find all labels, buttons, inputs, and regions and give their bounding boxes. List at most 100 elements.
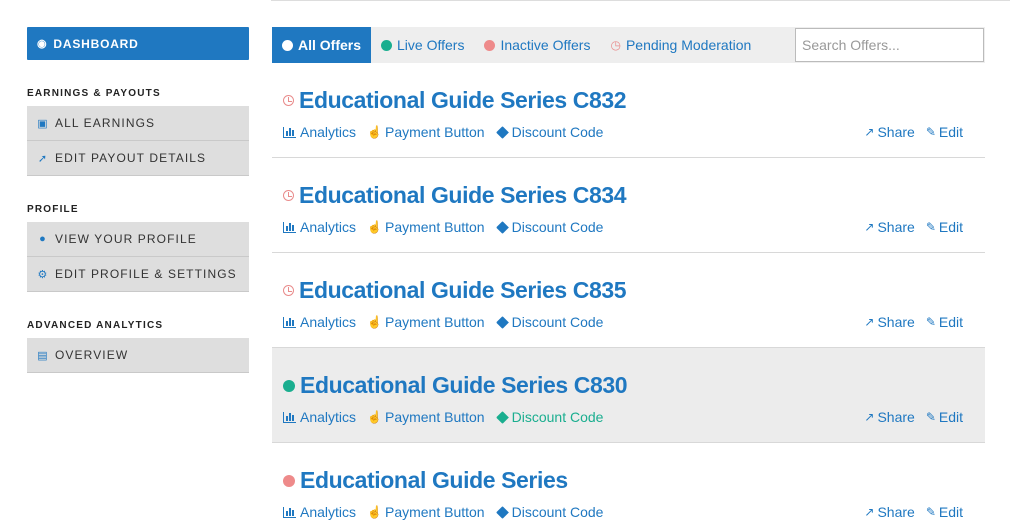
share-link[interactable]: ↗ Share xyxy=(864,219,914,235)
status-icon xyxy=(283,95,294,106)
offer-title[interactable]: Educational Guide Series C830 xyxy=(300,372,628,399)
wrench-icon: ➚ xyxy=(37,152,49,165)
payment-button-link[interactable]: ☝ Payment Button xyxy=(367,124,485,140)
discount-label: Discount Code xyxy=(511,219,604,235)
payment-button-link[interactable]: ☝ Payment Button xyxy=(367,314,485,330)
tab-live-offers[interactable]: Live Offers xyxy=(371,27,474,63)
dashboard-button[interactable]: ◉ DASHBOARD xyxy=(27,27,249,60)
hand-pointer-icon: ☝ xyxy=(367,220,382,234)
share-icon: ↗ xyxy=(864,505,875,519)
share-label: Share xyxy=(877,219,915,235)
share-link[interactable]: ↗ Share xyxy=(864,504,914,520)
sidebar-item-label: EDIT PAYOUT DETAILS xyxy=(55,151,207,165)
offer-title[interactable]: Educational Guide Series C832 xyxy=(299,87,627,114)
sidebar-item-edit-profile-settings[interactable]: ⚙ EDIT PROFILE & SETTINGS xyxy=(27,257,249,292)
offer-title-row: Educational Guide Series C830 xyxy=(283,372,628,399)
analytics-link[interactable]: Analytics xyxy=(283,504,356,520)
status-icon xyxy=(283,474,295,487)
discount-code-link[interactable]: Discount Code xyxy=(495,314,603,330)
edit-link[interactable]: ✎ Edit xyxy=(926,314,963,330)
offer-links: Analytics ☝ Payment Button Discount Code xyxy=(283,219,614,235)
sidebar-item-edit-payout[interactable]: ➚ EDIT PAYOUT DETAILS xyxy=(27,141,249,176)
tag-icon xyxy=(495,125,509,139)
tab-label: All Offers xyxy=(298,37,362,53)
edit-link[interactable]: ✎ Edit xyxy=(926,409,963,425)
offer-actions: ↗ Share ✎ Edit xyxy=(853,219,963,235)
edit-icon: ✎ xyxy=(925,410,936,424)
section-heading-earnings: EARNINGS & PAYOUTS xyxy=(27,88,161,99)
analytics-label: Analytics xyxy=(300,124,357,140)
clock-icon: ◷ xyxy=(610,38,621,52)
sidebar-item-label: EDIT PROFILE & SETTINGS xyxy=(55,267,237,281)
bar-chart-icon: ▤ xyxy=(37,349,49,362)
offer-row: Educational Guide Series C832 Analytics … xyxy=(272,63,985,158)
offer-title[interactable]: Educational Guide Series C835 xyxy=(299,277,627,304)
analytics-link[interactable]: Analytics xyxy=(283,219,356,235)
sidebar-item-label: ALL EARNINGS xyxy=(55,116,156,130)
share-label: Share xyxy=(877,504,915,520)
discount-label: Discount Code xyxy=(511,409,604,425)
sidebar: ◉ DASHBOARD EARNINGS & PAYOUTS ▣ ALL EAR… xyxy=(27,27,249,373)
share-label: Share xyxy=(877,314,915,330)
payment-label: Payment Button xyxy=(384,314,485,330)
dashboard-icon: ◉ xyxy=(37,38,48,50)
discount-code-link[interactable]: Discount Code xyxy=(495,124,604,140)
discount-label: Discount Code xyxy=(511,504,604,520)
payment-button-link[interactable]: ☝ Payment Button xyxy=(367,409,485,425)
payment-button-link[interactable]: ☝ Payment Button xyxy=(367,504,485,520)
analytics-link[interactable]: Analytics xyxy=(283,124,356,140)
analytics-link[interactable]: Analytics xyxy=(283,314,356,330)
tab-all-offers[interactable]: All Offers xyxy=(272,27,372,63)
status-icon xyxy=(283,285,294,296)
share-link[interactable]: ↗ Share xyxy=(864,124,914,140)
money-icon: ▣ xyxy=(37,117,49,130)
bar-chart-icon xyxy=(283,411,296,423)
offer-title-row: Educational Guide Series C835 xyxy=(283,277,627,304)
edit-icon: ✎ xyxy=(925,315,936,329)
offer-row: Educational Guide Series Analytics ☝ Pay… xyxy=(272,443,985,531)
sidebar-item-view-profile[interactable]: ● VIEW YOUR PROFILE xyxy=(27,222,249,257)
discount-code-link[interactable]: Discount Code xyxy=(495,219,604,235)
offer-tabs: All Offers Live Offers Inactive Offers ◷… xyxy=(272,27,985,63)
offer-links: Analytics ☝ Payment Button Discount Code xyxy=(283,504,614,520)
edit-link[interactable]: ✎ Edit xyxy=(926,219,963,235)
share-icon: ↗ xyxy=(864,410,875,424)
offer-title[interactable]: Educational Guide Series xyxy=(300,467,568,494)
user-icon: ● xyxy=(39,233,47,245)
sidebar-item-all-earnings[interactable]: ▣ ALL EARNINGS xyxy=(27,106,249,141)
payment-label: Payment Button xyxy=(384,409,485,425)
edit-link[interactable]: ✎ Edit xyxy=(926,124,963,140)
sidebar-item-label: OVERVIEW xyxy=(55,348,129,362)
offer-links: Analytics ☝ Payment Button Discount Code xyxy=(283,409,614,425)
discount-code-link[interactable]: Discount Code xyxy=(495,409,604,425)
offer-actions: ↗ Share ✎ Edit xyxy=(853,314,963,330)
discount-code-link[interactable]: Discount Code xyxy=(495,504,604,520)
section-heading-analytics: ADVANCED ANALYTICS xyxy=(27,320,164,331)
payment-button-link[interactable]: ☝ Payment Button xyxy=(367,219,485,235)
tab-pending-moderation[interactable]: ◷ Pending Moderation xyxy=(600,27,761,63)
share-link[interactable]: ↗ Share xyxy=(864,314,914,330)
edit-label: Edit xyxy=(938,219,963,235)
offer-title[interactable]: Educational Guide Series C834 xyxy=(299,182,627,209)
discount-label: Discount Code xyxy=(511,124,604,140)
bar-chart-icon xyxy=(283,126,296,138)
edit-label: Edit xyxy=(938,314,963,330)
search-input[interactable] xyxy=(795,28,984,62)
section-heading-profile: PROFILE xyxy=(27,204,79,215)
tab-label: Live Offers xyxy=(397,37,465,53)
live-dot-icon xyxy=(381,39,393,51)
sidebar-item-overview[interactable]: ▤ OVERVIEW xyxy=(27,338,249,373)
hand-pointer-icon: ☝ xyxy=(367,315,382,329)
offer-links: Analytics ☝ Payment Button Discount Code xyxy=(283,124,614,140)
tab-label: Pending Moderation xyxy=(625,37,752,53)
hand-pointer-icon: ☝ xyxy=(367,410,382,424)
share-link[interactable]: ↗ Share xyxy=(864,409,914,425)
all-dot-icon xyxy=(282,39,293,51)
analytics-link[interactable]: Analytics xyxy=(283,409,356,425)
offer-row: Educational Guide Series C835 Analytics … xyxy=(272,253,985,348)
analytics-label: Analytics xyxy=(300,219,357,235)
tab-inactive-offers[interactable]: Inactive Offers xyxy=(474,27,600,63)
tag-icon xyxy=(495,410,509,424)
edit-link[interactable]: ✎ Edit xyxy=(926,504,963,520)
bar-chart-icon xyxy=(283,506,296,518)
